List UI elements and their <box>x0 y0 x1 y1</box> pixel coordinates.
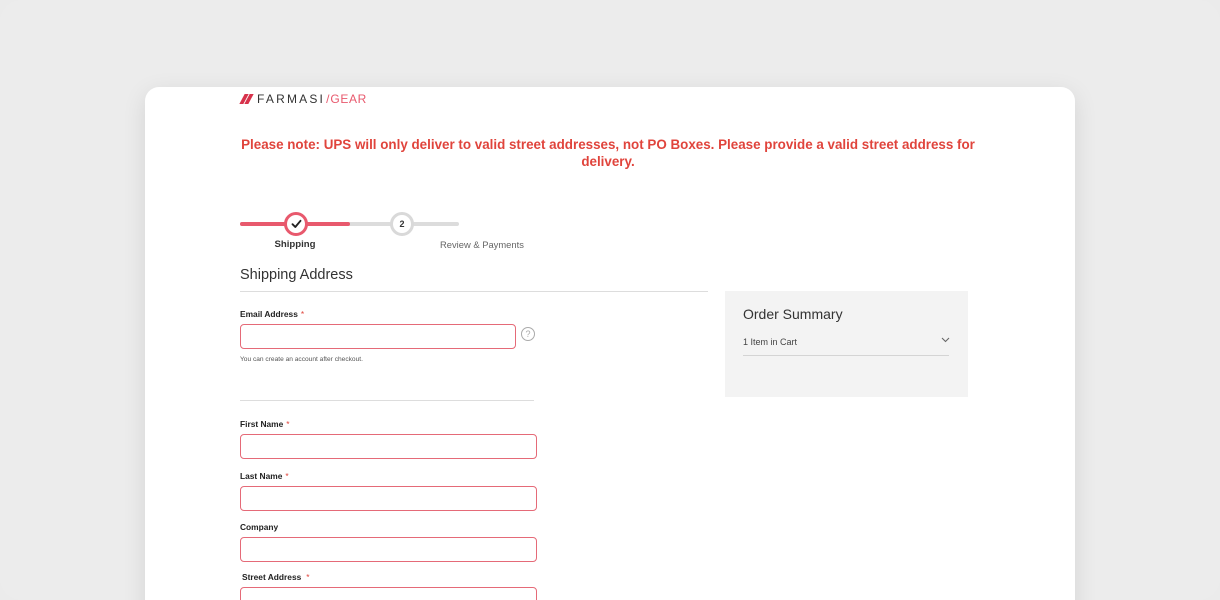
email-label: Email Address * <box>240 309 304 319</box>
last-name-label-text: Last Name <box>240 471 283 481</box>
items-in-cart-toggle[interactable]: 1 Item in Cart <box>743 337 797 347</box>
step-review-label: Review & Payments <box>440 239 524 250</box>
company-label-text: Company <box>240 522 279 532</box>
checkout-progress: 2 Shipping Review & Payments <box>240 212 524 252</box>
form-divider <box>240 400 534 401</box>
chevron-down-icon[interactable] <box>941 335 950 346</box>
ups-notice: Please note: UPS will only deliver to va… <box>241 137 975 169</box>
order-summary: Order Summary 1 Item in Cart <box>725 291 968 397</box>
check-icon <box>291 219 301 228</box>
required-marker: * <box>300 309 305 319</box>
brand-slash: / <box>326 92 330 106</box>
question-circle-icon[interactable]: ? <box>521 327 535 341</box>
last-name-label: Last Name * <box>240 471 289 481</box>
screen-frame: FARMASI / GEAR Please note: UPS will onl… <box>0 0 1220 600</box>
first-name-field[interactable] <box>240 434 537 459</box>
brand-name: FARMASI <box>257 92 326 106</box>
required-marker: * <box>285 471 289 481</box>
summary-divider <box>743 355 949 356</box>
required-marker: * <box>306 572 310 582</box>
step-review-indicator: 2 <box>390 212 414 236</box>
checkout-page: FARMASI / GEAR Please note: UPS will onl… <box>145 87 1075 600</box>
street-address-label-text: Street Address <box>242 572 302 582</box>
first-name-label: First Name * <box>240 419 290 429</box>
brand-logo[interactable]: FARMASI / GEAR <box>239 92 367 106</box>
step-shipping-label[interactable]: Shipping <box>270 239 320 250</box>
email-field[interactable] <box>240 324 516 349</box>
order-summary-title: Order Summary <box>743 306 843 322</box>
company-label: Company <box>240 522 278 532</box>
step-shipping-indicator[interactable] <box>284 212 308 236</box>
last-name-field[interactable] <box>240 486 537 511</box>
section-divider <box>240 291 708 292</box>
first-name-label-text: First Name <box>240 419 284 429</box>
street-address-field[interactable] <box>240 587 537 600</box>
company-field[interactable] <box>240 537 537 562</box>
chevron-glyph <box>941 337 950 343</box>
brand-mark-icon <box>239 94 254 104</box>
email-label-text: Email Address <box>240 309 298 319</box>
street-address-label: Street Address * <box>242 572 310 582</box>
shipping-address-title: Shipping Address <box>240 267 353 283</box>
brand-sub: GEAR <box>330 92 367 106</box>
email-hint: You can create an account after checkout… <box>240 356 363 363</box>
required-marker: * <box>286 419 290 429</box>
